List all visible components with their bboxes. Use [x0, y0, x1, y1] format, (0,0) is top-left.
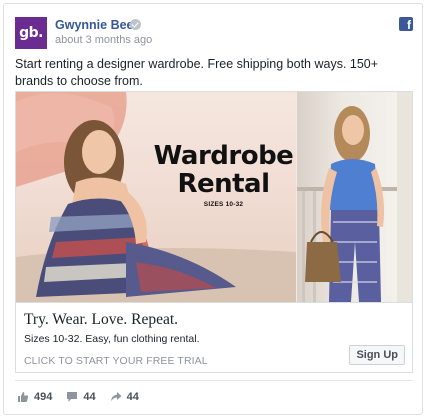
post-text: Start renting a designer wardrobe. Free … [15, 57, 379, 88]
like-icon [18, 392, 29, 402]
comments-count: 44 [83, 391, 96, 403]
verified-badge-icon [130, 19, 141, 30]
comments-stat[interactable]: 44 [66, 391, 96, 403]
ad-photo-model-right [297, 92, 412, 302]
ad-description: Sizes 10-32. Easy, fun clothing rental. [24, 333, 200, 345]
ad-image[interactable]: Wardrobe Rental SIZES 10-32 [16, 92, 412, 302]
share-icon [110, 392, 122, 402]
image-sizes-text: SIZES 10-32 [203, 201, 244, 208]
comment-icon [67, 392, 78, 402]
model-right-illustration [297, 92, 412, 302]
facebook-logo-icon: f [399, 17, 413, 31]
divider [15, 380, 413, 381]
ad-link-preview[interactable]: Wardrobe Rental SIZES 10-32 Try. Wear. L… [15, 91, 413, 373]
likes-stat[interactable]: 494 [17, 391, 52, 403]
ad-image-headline: Wardrobe Rental SIZES 10-32 [151, 142, 296, 208]
post-timestamp[interactable]: about 3 months ago [55, 34, 152, 46]
ad-post-card: gb. Gwynnie Bee about 3 months ago f Sta… [3, 3, 423, 415]
page-avatar[interactable]: gb. [15, 17, 47, 49]
avatar-logo-text: gb. [19, 25, 43, 41]
ad-footer[interactable]: Try. Wear. Love. Repeat. Sizes 10-32. Ea… [16, 302, 412, 372]
image-title-line2: Rental [177, 169, 270, 199]
shares-count: 44 [126, 391, 139, 403]
likes-count: 494 [34, 391, 53, 403]
shares-stat[interactable]: 44 [110, 391, 139, 403]
ad-headline[interactable]: Try. Wear. Love. Repeat. [24, 311, 178, 329]
image-title-line1: Wardrobe [153, 141, 294, 171]
engagement-stats: 494 44 44 [17, 391, 139, 403]
sign-up-button[interactable]: Sign Up [349, 345, 405, 365]
page-name-link[interactable]: Gwynnie Bee [55, 18, 134, 32]
ad-link-caption[interactable]: CLICK TO START YOUR FREE TRIAL [24, 355, 208, 367]
